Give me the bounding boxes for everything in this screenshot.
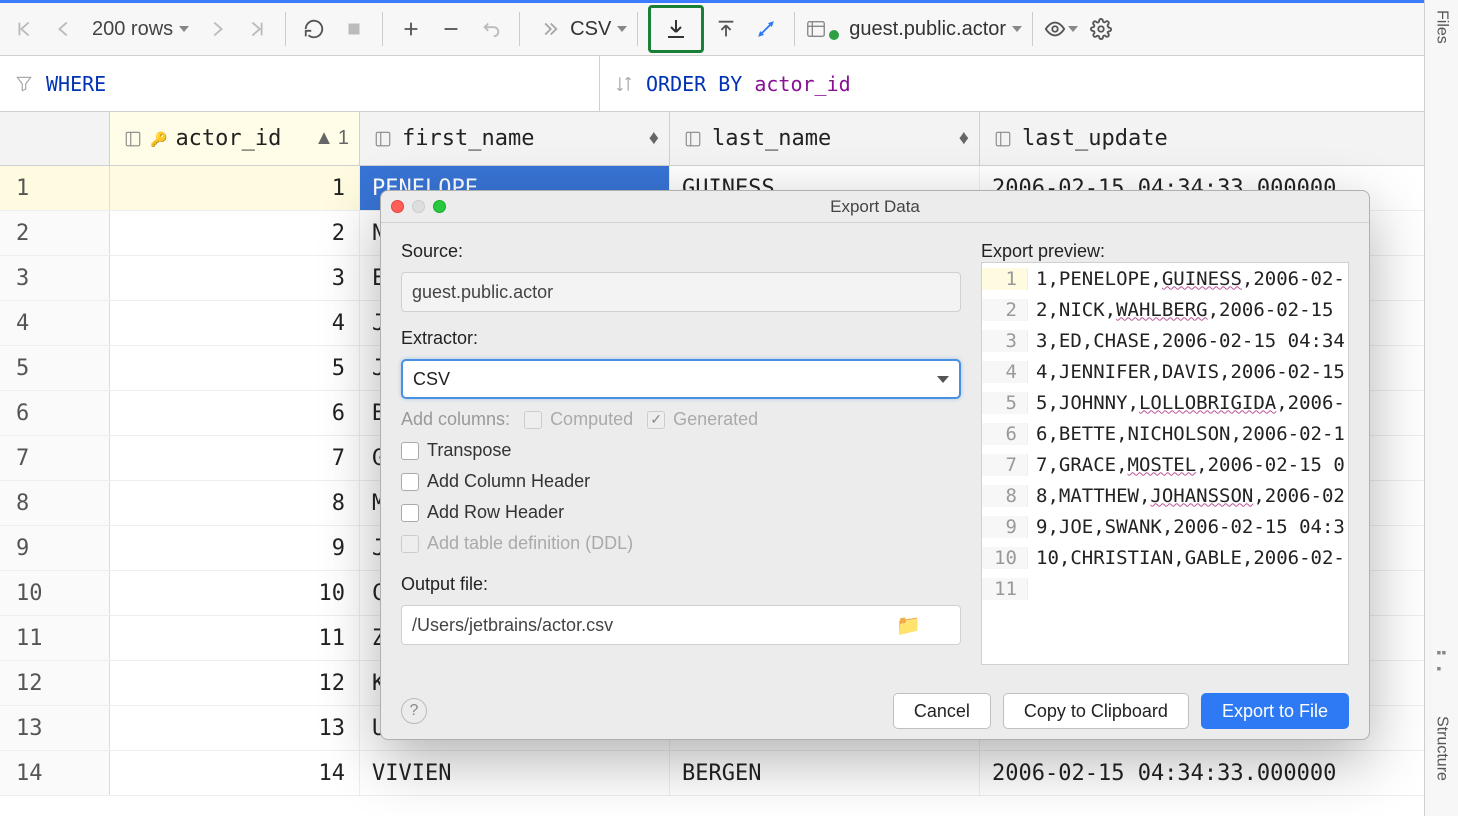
browse-folder-icon[interactable]: 📁 [890, 613, 927, 638]
cell-actor-id[interactable]: 3 [110, 256, 360, 300]
view-icon[interactable] [1043, 9, 1079, 49]
where-keyword: WHERE [46, 72, 106, 96]
refresh-icon[interactable] [296, 9, 332, 49]
column-last-name[interactable]: last_name♦ [670, 112, 980, 165]
row-number: 9 [0, 526, 110, 570]
cell-last-name[interactable]: BERGEN [670, 751, 980, 795]
revert-icon[interactable] [473, 9, 509, 49]
row-number: 4 [0, 301, 110, 345]
primary-key-icon [152, 127, 167, 150]
export-to-file-button[interactable]: Export to File [1201, 693, 1349, 729]
cell-actor-id[interactable]: 1 [110, 166, 360, 210]
rows-count[interactable]: 200 rows [86, 18, 195, 41]
row-number: 3 [0, 256, 110, 300]
export-data-button[interactable] [648, 5, 704, 53]
datasource-label: guest.public.actor [849, 18, 1006, 41]
cell-actor-id[interactable]: 6 [110, 391, 360, 435]
row-number: 8 [0, 481, 110, 525]
cell-actor-id[interactable]: 8 [110, 481, 360, 525]
first-page-icon[interactable] [6, 9, 42, 49]
compare-icon[interactable] [748, 9, 784, 49]
next-page-icon[interactable] [199, 9, 235, 49]
row-number: 7 [0, 436, 110, 480]
column-icon [122, 130, 144, 148]
filter-icon [14, 74, 34, 94]
cell-actor-id[interactable]: 7 [110, 436, 360, 480]
cell-actor-id[interactable]: 14 [110, 751, 360, 795]
cell-actor-id[interactable]: 10 [110, 571, 360, 615]
cell-actor-id[interactable]: 9 [110, 526, 360, 570]
cell-actor-id[interactable]: 11 [110, 616, 360, 660]
cell-actor-id[interactable]: 2 [110, 211, 360, 255]
row-number: 5 [0, 346, 110, 390]
cell-last-update[interactable]: 2006-02-15 04:34:33.000000 [980, 751, 1458, 795]
structure-tab[interactable]: Structure [1433, 716, 1451, 781]
add-row-header-checkbox[interactable]: Add Row Header [401, 502, 961, 523]
datasource-selector[interactable]: guest.public.actor [805, 18, 1022, 41]
files-tab[interactable]: Files [1433, 10, 1451, 44]
export-preview: 11,PENELOPE,GUINESS,2006-02-22,NICK,WAHL… [981, 262, 1349, 665]
row-number: 13 [0, 706, 110, 750]
row-number: 14 [0, 751, 110, 795]
source-label: Source: [401, 241, 961, 262]
structure-icon: ▪▪▪ [1437, 644, 1447, 676]
cancel-button[interactable]: Cancel [893, 693, 991, 729]
cell-actor-id[interactable]: 12 [110, 661, 360, 705]
settings-icon[interactable] [1083, 9, 1119, 49]
dialog-title: Export Data [381, 197, 1369, 217]
row-number: 12 [0, 661, 110, 705]
row-number: 2 [0, 211, 110, 255]
column-first-name[interactable]: first_name♦ [360, 112, 670, 165]
column-last-update[interactable]: last_update [980, 112, 1458, 165]
extractor-label: Extractor: [401, 328, 961, 349]
help-icon[interactable]: ? [401, 698, 427, 724]
filter-bar: WHERE ORDER BY actor_id ✕ [0, 56, 1458, 112]
extractor-select[interactable]: CSV [401, 359, 961, 399]
sort-icon [614, 74, 634, 94]
stop-icon [336, 9, 372, 49]
row-number: 11 [0, 616, 110, 660]
output-file-label: Output file: [401, 574, 961, 595]
where-clause[interactable]: WHERE [0, 56, 600, 111]
dialog-titlebar[interactable]: Export Data [381, 191, 1369, 223]
row-number: 1 [0, 166, 110, 210]
orderby-keyword: ORDER BY [646, 72, 742, 96]
add-ddl-checkbox: Add table definition (DDL) [401, 533, 961, 554]
transpose-checkbox[interactable]: Transpose [401, 440, 961, 461]
cell-actor-id[interactable]: 13 [110, 706, 360, 750]
add-columns-row: Add columns: Computed ✓Generated [401, 409, 961, 430]
copy-to-clipboard-button[interactable]: Copy to Clipboard [1003, 693, 1189, 729]
data-toolbar: 200 rows CSV guest.public.actor [0, 0, 1458, 56]
table-column-header: actor_id ▲ 1 first_name♦ last_name♦ last… [0, 112, 1458, 166]
output-file-field[interactable]: /Users/jetbrains/actor.csv [401, 605, 961, 645]
cell-first-name[interactable]: VIVIEN [360, 751, 670, 795]
last-page-icon[interactable] [239, 9, 275, 49]
prev-page-icon[interactable] [46, 9, 82, 49]
add-column-header-checkbox[interactable]: Add Column Header [401, 471, 961, 492]
source-field: guest.public.actor [401, 272, 961, 312]
cell-actor-id[interactable]: 5 [110, 346, 360, 390]
orderby-column: actor_id [754, 72, 850, 96]
right-tool-tabs: Files ▪▪▪ Structure [1424, 0, 1458, 816]
connection-status-icon [829, 30, 839, 40]
remove-row-icon[interactable] [433, 9, 469, 49]
generated-checkbox: ✓Generated [647, 409, 758, 430]
row-number: 6 [0, 391, 110, 435]
preview-label: Export preview: [981, 241, 1349, 262]
computed-checkbox: Computed [524, 409, 633, 430]
cell-actor-id[interactable]: 4 [110, 301, 360, 345]
more-icon[interactable] [530, 9, 566, 49]
table-row[interactable]: 1414VIVIENBERGEN2006-02-15 04:34:33.0000… [0, 751, 1458, 796]
add-row-icon[interactable] [393, 9, 429, 49]
orderby-clause[interactable]: ORDER BY actor_id ✕ [600, 56, 1458, 111]
row-number: 10 [0, 571, 110, 615]
export-data-dialog: Export Data Source: guest.public.actor E… [380, 190, 1370, 740]
extractor-dropdown[interactable]: CSV [570, 18, 627, 41]
column-actor-id[interactable]: actor_id ▲ 1 [110, 112, 360, 165]
import-data-icon[interactable] [708, 9, 744, 49]
